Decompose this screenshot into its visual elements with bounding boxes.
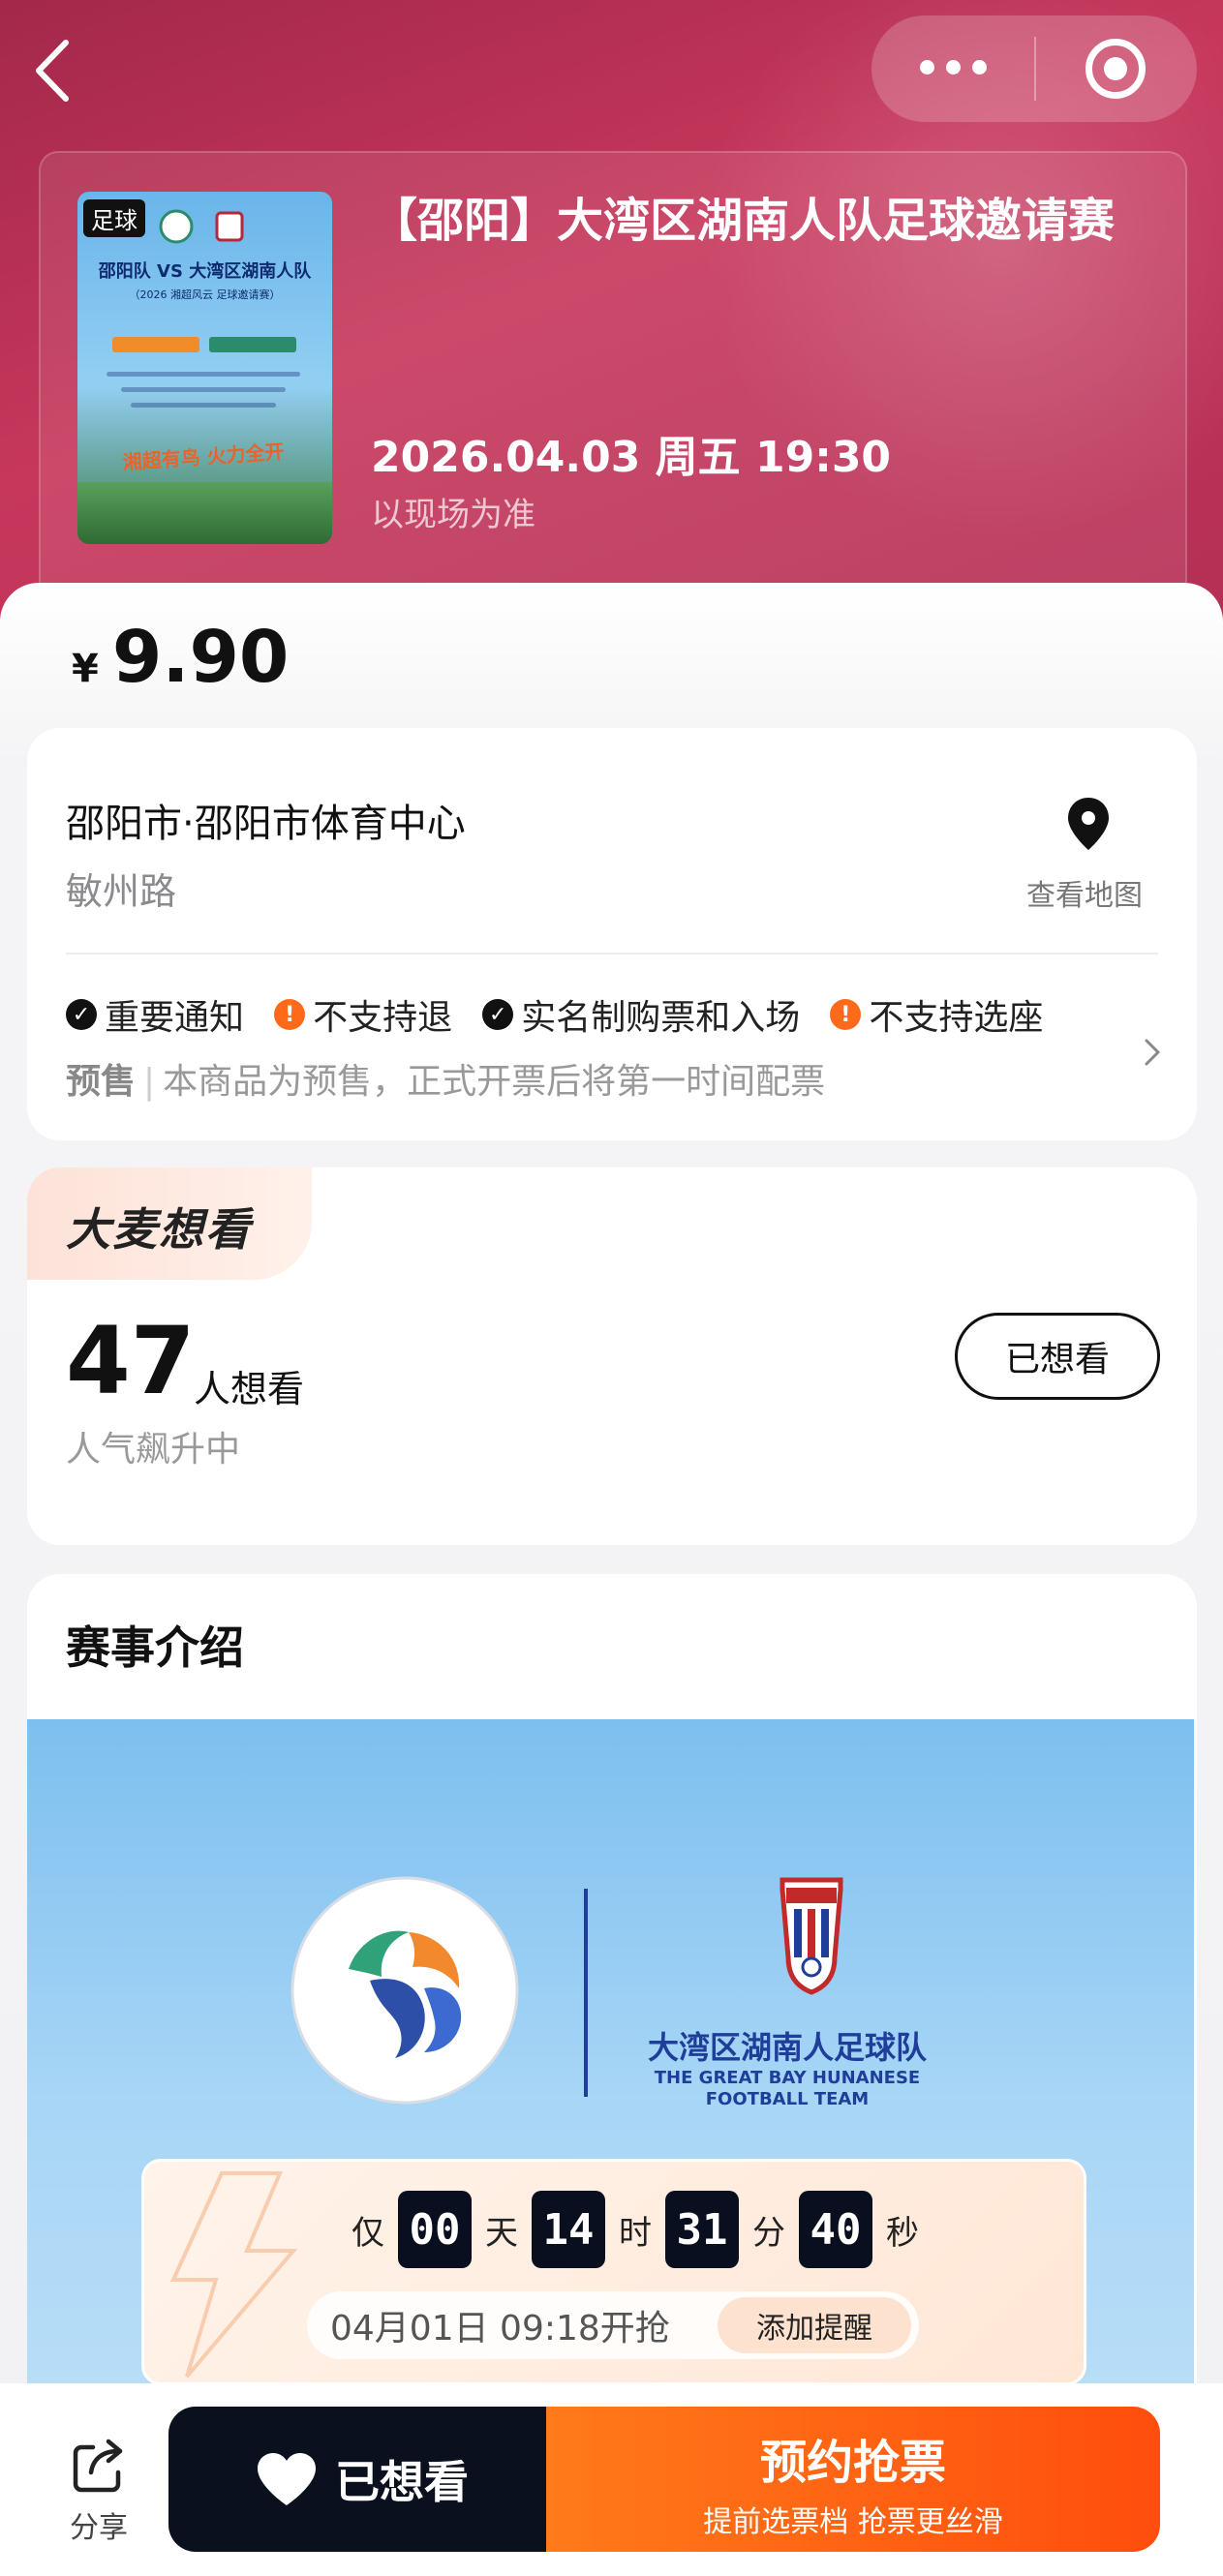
presale-info: 预售 | 本商品为预售，正式开票后将第一时间配票 [66,1062,826,1102]
event-time-note: 以现场为准 [371,496,535,534]
sale-start-pill: 04月01日 09:18开抢 添加提醒 [307,2291,919,2359]
more-button[interactable] [871,15,1034,122]
notice-label: 不支持选座 [869,998,1044,1038]
close-mini-program-button[interactable] [1034,15,1197,122]
poster-team-bar-left [112,337,199,352]
poster-team-bar-right [209,337,296,352]
want-badge-label: 大麦想看 [66,1203,252,1256]
countdown-minutes: 31 [665,2191,739,2268]
venue-card: 邵阳市·邵阳市体育中心 敏州路 查看地图 ✓ 重要通知 ! 不支持退 ✓ 实名制… [27,728,1197,1140]
logo-divider [584,1889,588,2097]
check-icon: ✓ [482,999,514,1030]
venue-title: 邵阳市·邵阳市体育中心 [66,802,466,846]
shaoyang-team-logo-icon [290,1876,519,2105]
great-bay-team-name: 大湾区湖南人足球队 [647,2029,927,2066]
back-button[interactable] [29,37,77,105]
target-circle-icon [1085,39,1146,99]
want-trend: 人气飙升中 [66,1430,241,1470]
countdown-days-unit: 天 [485,2213,518,2253]
countdown-hours: 14 [532,2191,605,2268]
event-time: 2026.04.03 周五 19:30 [371,433,892,482]
countdown-seconds-unit: 秒 [886,2213,919,2253]
notice-item: ! 不支持选座 [830,989,1043,1040]
countdown-days: 00 [398,2191,472,2268]
want-count: 47 [66,1307,196,1415]
reserve-ticket-button[interactable]: 预约抢票 提前选票档 抢票更丝滑 [546,2407,1160,2552]
event-poster[interactable]: 足球 邵阳队 VS 大湾区湖南人队 （2026 湘超风云 足球邀请赛） 湘超有鸟… [77,192,332,544]
price-currency: ¥ [72,647,99,691]
want-count-unit: 人想看 [194,1368,305,1410]
notice-item: ! 不支持退 [274,989,452,1040]
share-icon [73,2439,123,2493]
countdown-prefix: 仅 [352,2213,384,2253]
poster-slogan: 湘超有鸟 火力全开 [121,439,286,474]
notice-fade [1044,989,1131,1042]
poster-text-line [107,372,300,377]
presale-label: 预售 [66,1062,137,1102]
countdown-seconds: 40 [799,2191,872,2268]
sale-start-time: 04月01日 09:18开抢 [330,2309,670,2349]
wanted-action-label: 已想看 [335,2456,469,2508]
share-label: 分享 [70,2511,128,2545]
category-tag: 足球 [83,199,145,237]
poster-logos-icon [159,209,244,244]
price: ¥ 9.90 [72,616,289,699]
map-pin-icon [1068,798,1109,850]
notice-list[interactable]: ✓ 重要通知 ! 不支持退 ✓ 实名制购票和入场 ! 不支持选座 [66,989,1131,1042]
notice-label: 重要通知 [105,998,245,1038]
share-button[interactable]: 分享 [39,2438,159,2545]
poster-subtitle: （2026 湘超风云 足球邀请赛） [129,288,281,301]
reserve-ticket-label: 预约抢票 [759,2436,946,2490]
poster-title: 邵阳队 VS 大湾区湖南人队 [98,261,312,282]
poster-text-line [121,387,286,392]
countdown-minutes-unit: 分 [752,2213,785,2253]
venue-divider [66,953,1158,955]
countdown-hours-unit: 时 [619,2213,652,2253]
add-reminder-button[interactable]: 添加提醒 [718,2297,911,2353]
poster-text-line [131,403,276,408]
great-bay-team-name-en: THE GREAT BAY HUNANESE FOOTBALL TEAM [627,2068,947,2110]
warning-icon: ! [830,999,862,1030]
event-title: 【邵阳】大湾区湖南人队足球邀请赛 [371,194,1116,248]
intro-title: 赛事介绍 [66,1621,244,1674]
chevron-left-icon [36,40,69,102]
check-icon: ✓ [66,999,97,1030]
countdown-timer: 仅 00 天 14 时 31 分 40 秒 [338,2191,933,2268]
venue-address: 敏州路 [66,870,177,913]
great-bay-team-name-en-line: FOOTBALL TEAM [705,2089,870,2109]
view-map-button[interactable]: 查看地图 [997,796,1172,913]
more-dots-icon [914,59,993,78]
reserve-ticket-sublabel: 提前选票档 抢票更丝滑 [703,2505,1003,2539]
great-bay-team-name-en-line: THE GREAT BAY HUNANESE [654,2068,921,2088]
want-to-see-card: 大麦想看 47 人想看 人气飙升中 已想看 [27,1167,1197,1545]
price-value: 9.90 [111,616,290,699]
wanted-action-button[interactable]: 已想看 [168,2407,556,2552]
mini-program-capsule [871,15,1197,122]
notice-label: 实名制购票和入场 [521,998,801,1038]
lightning-decoration-icon [169,2171,298,2379]
notice-item: ✓ 重要通知 [66,989,244,1040]
warning-icon: ! [274,999,306,1030]
notice-label: 不支持退 [313,998,453,1038]
bottom-action-bar: 分享 已想看 预约抢票 提前选票档 抢票更丝滑 [0,2383,1223,2576]
presale-text: 本商品为预售，正式开票后将第一时间配票 [163,1062,826,1102]
view-map-label: 查看地图 [1026,879,1143,913]
poster-pitch [77,482,332,544]
heart-icon [258,2453,316,2505]
sale-countdown: 仅 00 天 14 时 31 分 40 秒 04月01日 09:18开抢 添加提… [141,2159,1086,2385]
notice-item: ✓ 实名制购票和入场 [482,989,800,1040]
wanted-button[interactable]: 已想看 [955,1313,1160,1400]
chevron-right-icon[interactable] [1141,1033,1164,1072]
